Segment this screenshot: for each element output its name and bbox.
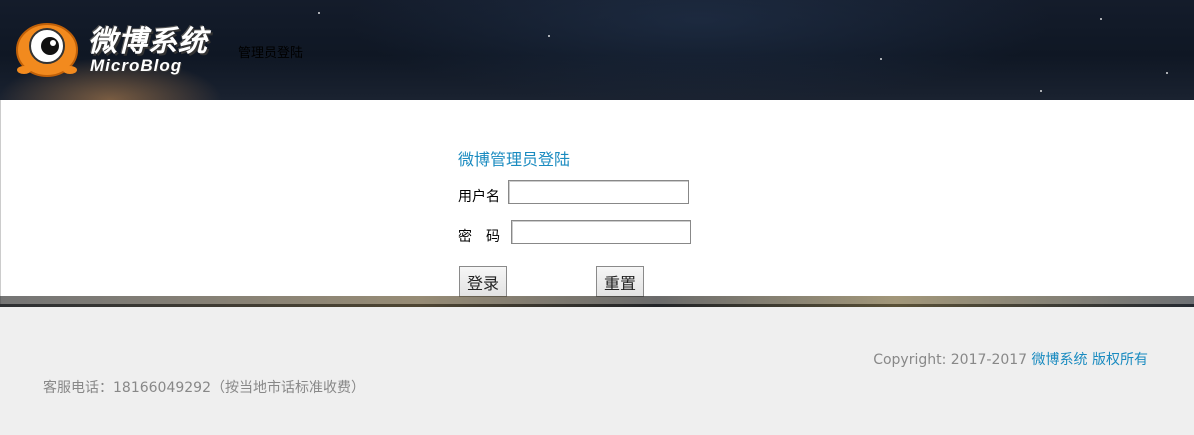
star [1166,72,1168,74]
service-hotline: 客服电话：18166049292（按当地市话标准收费） [43,380,365,396]
site-logo: 微博系统 MicroBlog [14,14,214,80]
star [880,58,882,60]
username-input[interactable] [508,180,689,204]
logo-chinese-text: 微博系统 [88,24,209,58]
reset-button[interactable]: 重置 [596,266,644,297]
login-panel: 微博管理员登陆 用户名 密 码 登录 重置 [0,100,1194,304]
copyright-text: Copyright: 2017-2017 [873,352,1032,368]
copyright: Copyright: 2017-2017 微博系统 版权所有 [873,349,1148,369]
password-label: 密 码 [458,229,500,245]
copyright-link[interactable]: 微博系统 版权所有 [1032,352,1148,368]
star [548,35,550,37]
password-input[interactable] [511,220,691,244]
star [1040,90,1042,92]
logo-english-text: MicroBlog [90,56,183,75]
login-button[interactable]: 登录 [459,266,507,297]
page-title: 管理员登陆 [238,45,304,60]
footer: Copyright: 2017-2017 微博系统 版权所有 客服电话：1816… [0,307,1194,435]
username-label: 用户名 [458,189,500,205]
mascot-logo-icon [16,23,78,77]
star [1100,18,1102,20]
header-banner: 微博系统 MicroBlog 管理员登陆 [0,0,1194,100]
login-heading: 微博管理员登陆 [458,150,571,169]
star [318,12,320,14]
